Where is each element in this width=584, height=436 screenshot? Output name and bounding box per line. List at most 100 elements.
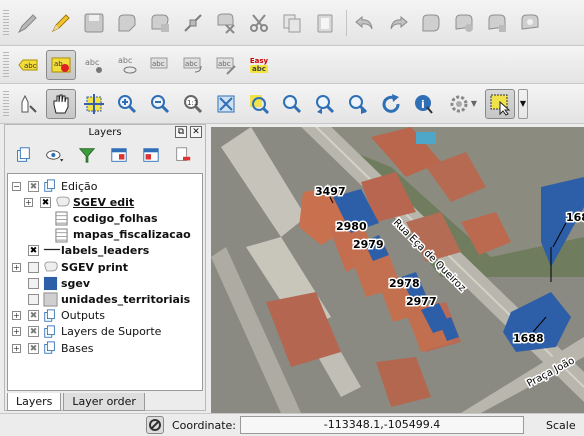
layer-tree-row[interactable]: − Edição: [12, 178, 98, 194]
visibility-checkbox[interactable]: [28, 342, 39, 354]
zoom-next-icon[interactable]: [343, 89, 373, 119]
zoom-out-icon[interactable]: [145, 89, 175, 119]
table-layer-icon: [55, 211, 69, 226]
zoom-native-icon[interactable]: 1:1: [178, 89, 208, 119]
layer-tree-row[interactable]: mapas_fiscalizacao: [24, 227, 191, 243]
delete-selected-icon[interactable]: [211, 8, 241, 38]
toggle-edit-icon[interactable]: [46, 8, 76, 38]
move-feature-icon[interactable]: [145, 8, 175, 38]
add-part-icon[interactable]: [482, 8, 512, 38]
delete-ring-icon[interactable]: [515, 8, 545, 38]
layer-tree-row[interactable]: + SGEV edit: [24, 194, 134, 210]
redo-icon[interactable]: [383, 8, 413, 38]
layer-diagram-icon[interactable]: ab: [46, 49, 76, 80]
layer-tree-row[interactable]: + SGEV print: [12, 259, 128, 275]
message-log-button[interactable]: [146, 416, 164, 434]
layer-tree-row[interactable]: codigo_folhas: [24, 210, 158, 226]
svg-text:abc: abc: [152, 60, 165, 68]
zoom-to-selection-icon[interactable]: [244, 89, 274, 119]
toolbar-grip[interactable]: [3, 51, 9, 78]
visibility-checkbox[interactable]: [28, 293, 39, 305]
select-features-icon[interactable]: [485, 88, 515, 119]
visibility-checkbox[interactable]: [28, 180, 39, 192]
parcel-label: 1688: [513, 332, 544, 345]
paste-features-icon[interactable]: [310, 8, 340, 38]
navigation-toolbar: 1:1 i ▼ ▼: [0, 84, 584, 124]
undo-icon[interactable]: [350, 8, 380, 38]
touch-zoom-pan-icon[interactable]: [13, 89, 43, 119]
expand-icon[interactable]: +: [24, 197, 33, 207]
copy-features-icon[interactable]: [277, 8, 307, 38]
close-icon[interactable]: ✕: [190, 126, 202, 138]
add-feature-icon[interactable]: [112, 8, 142, 38]
zoom-full-icon[interactable]: [211, 89, 241, 119]
identify-icon[interactable]: i: [409, 89, 439, 119]
layer-tree-row[interactable]: unidades_territoriais: [12, 291, 190, 307]
filter-legend-icon[interactable]: [75, 144, 99, 166]
show-hide-labels-icon[interactable]: abc: [112, 50, 142, 80]
rotate-label-icon[interactable]: abc: [178, 50, 208, 80]
visibility-checkbox[interactable]: [28, 310, 39, 322]
expand-icon[interactable]: +: [12, 327, 21, 337]
zoom-in-icon[interactable]: [112, 89, 142, 119]
cut-features-icon[interactable]: [244, 8, 274, 38]
layer-tree-row[interactable]: + Layers de Suporte: [12, 324, 161, 340]
svg-text:abc: abc: [118, 56, 132, 65]
manage-visibility-icon[interactable]: [43, 144, 67, 166]
save-layer-icon[interactable]: [79, 8, 109, 38]
status-bar: Coordinate: -113348.1,-105499.4 Scale: [0, 413, 584, 436]
action-icon[interactable]: ▼: [442, 89, 482, 119]
add-ring-icon[interactable]: [449, 8, 479, 38]
collapse-icon[interactable]: −: [12, 181, 21, 191]
expand-all-icon[interactable]: [107, 144, 131, 166]
layer-tree-row[interactable]: sgev: [12, 275, 90, 291]
expand-icon[interactable]: +: [12, 343, 21, 353]
easy-label-bottom: abc: [249, 64, 269, 73]
visibility-checkbox[interactable]: [28, 245, 39, 257]
refresh-icon[interactable]: [376, 89, 406, 119]
parcel-label: 1688: [566, 211, 584, 224]
coordinate-field[interactable]: -113348.1,-105499.4: [240, 416, 524, 434]
map-canvas[interactable]: 3497 2980 2979 2978 2977 1688 1688 Rua E…: [211, 127, 584, 413]
parcel-label: 2977: [406, 295, 437, 308]
node-tool-icon[interactable]: [178, 8, 208, 38]
layer-name: Bases: [61, 341, 94, 355]
layer-labeling-icon[interactable]: abc: [13, 50, 43, 80]
change-label-icon[interactable]: abc: [211, 50, 241, 80]
easy-label-top: Easy: [249, 56, 269, 65]
visibility-checkbox[interactable]: [28, 261, 39, 273]
expand-icon[interactable]: +: [12, 311, 21, 321]
pan-icon[interactable]: [46, 88, 76, 119]
add-group-icon[interactable]: [11, 144, 35, 166]
move-label-icon[interactable]: abc: [145, 50, 175, 80]
easy-label-icon[interactable]: Easy abc: [244, 50, 274, 80]
layer-tree-row[interactable]: labels_leaders: [12, 243, 149, 259]
remove-layer-icon[interactable]: [171, 144, 195, 166]
visibility-checkbox[interactable]: [28, 326, 39, 338]
layer-tree-row[interactable]: + Bases: [12, 340, 94, 356]
zoom-last-icon[interactable]: [310, 89, 340, 119]
layer-tree-row[interactable]: + Outputs: [12, 308, 105, 324]
layer-name: mapas_fiscalizacao: [73, 228, 191, 242]
float-panel-icon[interactable]: ⧉: [175, 126, 187, 138]
zoom-to-layer-icon[interactable]: [277, 89, 307, 119]
edit-pencil-icon[interactable]: [13, 8, 43, 38]
pan-to-selection-icon[interactable]: [79, 89, 109, 119]
toolbar-grip[interactable]: [3, 9, 9, 36]
select-dropdown[interactable]: ▼: [518, 88, 528, 119]
scale-label: Scale: [546, 419, 576, 432]
visibility-checkbox[interactable]: [40, 196, 51, 208]
expand-icon[interactable]: +: [12, 262, 21, 272]
chevron-down-icon[interactable]: ▼: [471, 99, 477, 108]
pin-labels-icon[interactable]: abc: [79, 50, 109, 80]
layer-name: Outputs: [61, 309, 105, 323]
collapse-all-icon[interactable]: [139, 144, 163, 166]
fill-symbol-icon: [43, 276, 58, 291]
visibility-checkbox[interactable]: [28, 277, 39, 289]
aerial-map: 3497 2980 2979 2978 2977 1688 1688 Rua E…: [211, 127, 584, 413]
tab-layers[interactable]: Layers: [7, 393, 62, 411]
toolbar-grip[interactable]: [3, 90, 9, 117]
polygon-layer-icon: [43, 260, 58, 274]
tab-layer-order[interactable]: Layer order: [63, 393, 145, 411]
simplify-icon[interactable]: [416, 8, 446, 38]
